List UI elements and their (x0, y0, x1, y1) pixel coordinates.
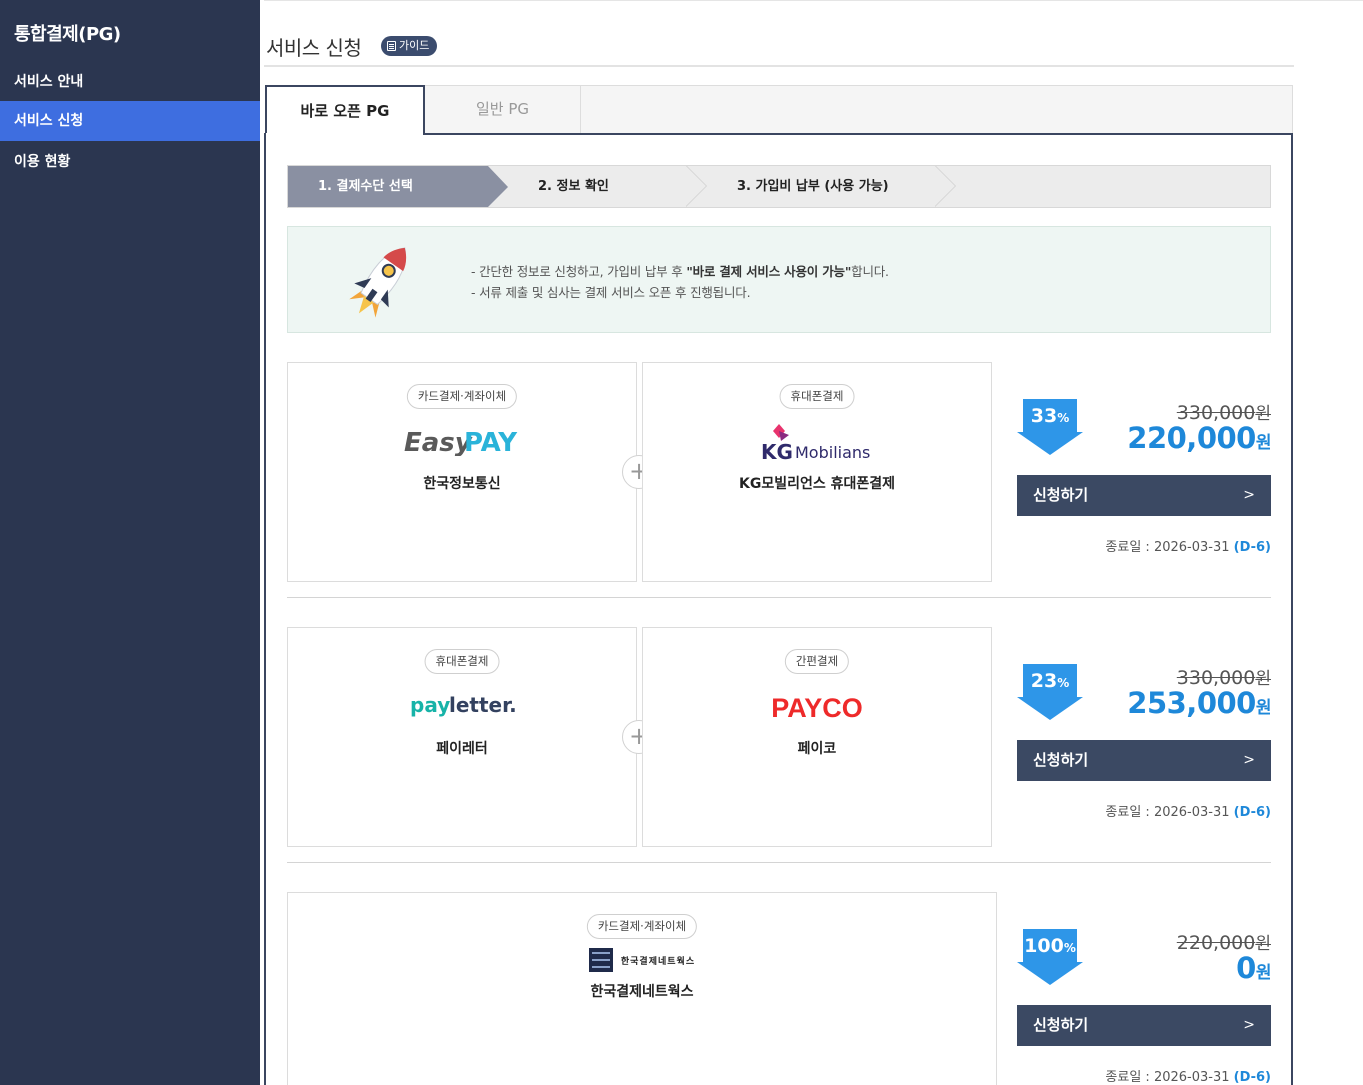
discount-badge: 23% (1017, 664, 1083, 720)
apply-button[interactable]: 신청하기 > (1017, 740, 1271, 781)
step-separator-icon (685, 166, 708, 207)
sidebar-item-service-info[interactable]: 서비스 안내 (0, 62, 260, 102)
svg-text:letter.: letter. (449, 693, 517, 717)
payment-type-tag: 간편결제 (784, 649, 850, 674)
document-icon (387, 41, 396, 51)
product-card-payletter[interactable]: 휴대폰결제 pay letter. 페이레터 (287, 627, 637, 847)
step-progress: 1. 결제수단 선택 2. 정보 확인 3. 가입비 납부 (사용 가능) (287, 165, 1271, 208)
payment-type-tag: 휴대폰결제 (424, 649, 500, 674)
product-name: 한국결제네트웍스 (590, 984, 694, 1000)
step-2: 2. 정보 확인 (538, 179, 609, 194)
sale-price: 220,000원 (1127, 421, 1271, 455)
row-divider (287, 597, 1271, 598)
end-date: 종료일 : 2026-03-31 (D-6) (1105, 1070, 1271, 1085)
chevron-right-icon: > (1243, 752, 1255, 768)
svg-text:Mobilians: Mobilians (795, 443, 870, 462)
sidebar-item-service-apply[interactable]: 서비스 신청 (0, 101, 260, 141)
sidebar-item-usage-status[interactable]: 이용 현황 (0, 142, 260, 182)
apply-button[interactable]: 신청하기 > (1017, 475, 1271, 516)
info-line-2: - 서류 제출 및 심사는 결제 서비스 오픈 후 진행됩니다. (471, 285, 751, 300)
tab-general-pg[interactable]: 일반 PG (425, 85, 581, 135)
step-1: 1. 결제수단 선택 (288, 166, 508, 207)
sale-price: 0원 (1236, 951, 1271, 985)
end-date: 종료일 : 2026-03-31 (D-6) (1105, 540, 1271, 555)
rocket-icon (349, 247, 407, 318)
chevron-right-icon: > (1243, 1017, 1255, 1033)
discount-badge: 100% (1017, 929, 1083, 985)
kpn-logo-mark (588, 948, 613, 972)
title-divider (264, 65, 1294, 67)
guide-label: 가이드 (399, 39, 430, 52)
info-line-1: - 간단한 정보로 신청하고, 가입비 납부 후 "바로 결제 서비스 사용이 … (471, 264, 889, 279)
top-border (264, 0, 1363, 1)
svg-text:KG: KG (761, 440, 793, 463)
product-name: 한국정보통신 (423, 476, 501, 492)
product-card-kg-mobilians[interactable]: 휴대폰결제 KG Mobilians KG모빌리언스 휴대폰결제 (642, 362, 992, 582)
kg-mobilians-logo: KG Mobilians (643, 421, 991, 467)
sidebar: 통합결제(PG) 서비스 안내 서비스 신청 이용 현황 (0, 0, 260, 1085)
sidebar-title: 통합결제(PG) (14, 24, 121, 45)
page-title: 서비스 신청 (266, 36, 362, 60)
payment-type-tag: 카드결제·계좌이체 (586, 914, 698, 939)
product-card-kpn[interactable]: 카드결제·계좌이체 한국결제네트웍스 한국결제네트웍스 (287, 892, 997, 1085)
product-name: 페이코 (797, 741, 837, 757)
tab-bar: 바로 오픈 PG 일반 PG (265, 85, 1293, 135)
tab-instant-open-pg[interactable]: 바로 오픈 PG (265, 85, 425, 135)
product-name: 페이레터 (436, 741, 488, 757)
info-banner: - 간단한 정보로 신청하고, 가입비 납부 후 "바로 결제 서비스 사용이 … (287, 226, 1271, 333)
svg-text:PAYCO: PAYCO (771, 693, 863, 723)
sale-price: 253,000원 (1127, 686, 1271, 720)
step-3: 3. 가입비 납부 (사용 가능) (737, 179, 889, 194)
svg-text:pay: pay (410, 693, 450, 717)
product-name: KG모빌리언스 휴대폰결제 (738, 476, 895, 492)
svg-text:Easy: Easy (404, 428, 473, 456)
guide-button[interactable]: 가이드 (381, 36, 438, 56)
row-divider (287, 862, 1271, 863)
payment-type-tag: 카드결제·계좌이체 (406, 384, 518, 409)
product-card-payco[interactable]: 간편결제 PAYCO 페이코 (642, 627, 992, 847)
step-separator-icon (934, 166, 957, 207)
easypay-logo: Easy PAY (288, 426, 636, 460)
payletter-logo: pay letter. (288, 690, 636, 724)
discount-badge: 33% (1017, 399, 1083, 455)
chevron-right-icon: > (1243, 487, 1255, 503)
payco-logo: PAYCO (643, 689, 991, 727)
end-date: 종료일 : 2026-03-31 (D-6) (1105, 805, 1271, 820)
product-card-easypay[interactable]: 카드결제·계좌이체 Easy PAY 한국정보통신 (287, 362, 637, 582)
payment-type-tag: 휴대폰결제 (779, 384, 855, 409)
apply-button[interactable]: 신청하기 > (1017, 1005, 1271, 1046)
kpn-logo: 한국결제네트웍스 (288, 948, 996, 972)
svg-text:PAY: PAY (464, 428, 518, 456)
